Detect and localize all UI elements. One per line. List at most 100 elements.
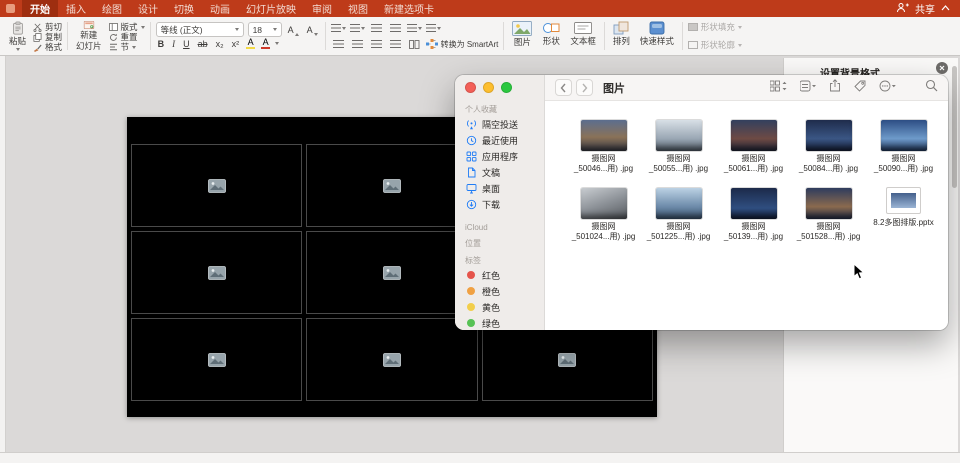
tab-slideshow[interactable]: 幻灯片放映 <box>238 0 304 17</box>
traffic-light-minimize[interactable] <box>483 82 494 93</box>
sidebar-item-label: 文稿 <box>482 167 501 178</box>
tab-view[interactable]: 视图 <box>340 0 376 17</box>
numbering-button[interactable] <box>349 22 365 34</box>
traffic-light-close[interactable] <box>465 82 476 93</box>
bullets-button[interactable] <box>330 22 346 34</box>
scissors-icon <box>33 23 42 32</box>
font-name-select[interactable]: 等线 (正文) <box>155 22 244 37</box>
tab-home[interactable]: 开始 <box>22 0 58 17</box>
collapse-ribbon-icon[interactable] <box>941 3 950 14</box>
font-color-caret-icon[interactable] <box>275 42 280 45</box>
forward-button[interactable] <box>576 79 593 96</box>
file-item[interactable]: 摄图网 _501225...用) .jpg <box>641 188 716 256</box>
align-left-button[interactable] <box>331 38 346 50</box>
align-center-button[interactable] <box>350 38 365 50</box>
file-thumbnail <box>730 120 777 151</box>
finder-window[interactable]: 个人收藏 隔空投送 最近使用 应用程序 文稿 桌面 下载 iCloud 位置 标… <box>455 75 948 330</box>
tab-transitions[interactable]: 切换 <box>166 0 202 17</box>
shapes-button[interactable]: 形状 <box>539 20 563 52</box>
format-painter-button[interactable]: 格式 <box>33 42 62 52</box>
tab-animations[interactable]: 动画 <box>202 0 238 17</box>
font-size-select[interactable]: 18 <box>247 22 282 37</box>
textbox-button[interactable]: 文本框 <box>567 20 599 52</box>
increase-font-button[interactable]: A <box>286 23 301 36</box>
sidebar-item-applications[interactable]: 应用程序 <box>465 148 544 164</box>
new-slide-button[interactable]: 新建 幻灯片 <box>73 20 105 52</box>
file-item[interactable]: 摄图网 _50090...用) .jpg <box>866 120 941 188</box>
highlight-color-button[interactable]: A <box>245 37 256 50</box>
layout-button[interactable]: 版式 <box>108 22 145 32</box>
file-item[interactable]: 摄图网 _50046...用) .jpg <box>566 120 641 188</box>
tab-review[interactable]: 审阅 <box>304 0 340 17</box>
shape-outline-button[interactable]: 形状轮廓 <box>687 40 742 50</box>
font-color-button[interactable]: A <box>260 37 271 50</box>
sidebar-item-downloads[interactable]: 下载 <box>465 196 544 212</box>
decrease-indent-button[interactable] <box>369 22 384 34</box>
text-direction-button[interactable] <box>425 22 441 34</box>
slide-cell[interactable] <box>306 144 478 227</box>
panel-close-button[interactable] <box>936 62 948 74</box>
textbox-icon <box>574 22 593 34</box>
underline-button[interactable]: U <box>181 37 192 50</box>
tab-insert[interactable]: 插入 <box>58 0 94 17</box>
file-item[interactable]: 摄图网 _50084...用) .jpg <box>791 120 866 188</box>
decrease-font-button[interactable]: A <box>305 23 320 36</box>
traffic-light-zoom[interactable] <box>501 82 512 93</box>
sidebar-item-tag-green[interactable]: 绿色 <box>465 315 544 330</box>
slide-cell[interactable] <box>131 231 303 314</box>
section-button[interactable]: 节 <box>109 42 145 52</box>
sidebar-item-recents[interactable]: 最近使用 <box>465 132 544 148</box>
file-item[interactable]: 8.2多图排版.pptx <box>866 188 941 256</box>
slide-cell[interactable] <box>131 144 303 227</box>
tags-button[interactable] <box>854 79 866 97</box>
slide-cell[interactable] <box>306 231 478 314</box>
slide-cell[interactable] <box>481 318 653 401</box>
sidebar-item-documents[interactable]: 文稿 <box>465 164 544 180</box>
columns-button[interactable] <box>407 38 422 50</box>
more-actions-button[interactable] <box>879 79 896 97</box>
share-button[interactable]: 共享 <box>915 1 935 16</box>
search-button[interactable] <box>925 79 938 97</box>
sidebar-item-tag-yellow[interactable]: 黄色 <box>465 299 544 315</box>
file-item[interactable]: 摄图网 _501528...用) .jpg <box>791 188 866 256</box>
group-by-button[interactable] <box>799 79 816 97</box>
sidebar-item-tag-red[interactable]: 红色 <box>465 267 544 283</box>
paste-button[interactable]: 粘贴 <box>6 20 29 52</box>
back-button[interactable] <box>555 79 572 96</box>
smartart-button[interactable]: 转换为 SmartArt <box>425 39 498 50</box>
slide-cell[interactable] <box>306 318 478 401</box>
picture-button[interactable]: 图片 <box>509 20 535 52</box>
file-item[interactable]: 摄图网 _50055...用) .jpg <box>641 120 716 188</box>
arrange-button[interactable]: 排列 <box>610 20 633 52</box>
slides-pane-collapsed[interactable] <box>0 56 6 452</box>
justify-button[interactable] <box>388 38 403 50</box>
strikethrough-button[interactable]: ab <box>196 37 210 50</box>
cut-button[interactable]: 剪切 <box>33 22 62 32</box>
subscript-button[interactable]: x₂ <box>214 37 226 50</box>
reset-button[interactable]: 重置 <box>109 32 145 42</box>
shape-fill-button[interactable]: 形状填充 <box>687 22 742 32</box>
share-action-button[interactable] <box>829 78 841 97</box>
view-options-button[interactable] <box>769 79 787 97</box>
increase-indent-button[interactable] <box>388 22 403 34</box>
sidebar-item-airdrop[interactable]: 隔空投送 <box>465 116 544 132</box>
bold-button[interactable]: B <box>156 37 167 50</box>
sidebar-item-desktop[interactable]: 桌面 <box>465 180 544 196</box>
sidebar-item-label: 最近使用 <box>482 135 519 146</box>
align-right-button[interactable] <box>369 38 384 50</box>
quick-styles-button[interactable]: 快速样式 <box>637 20 677 52</box>
italic-button[interactable]: I <box>170 37 177 50</box>
copy-button[interactable]: 复制 <box>33 32 62 42</box>
tab-design[interactable]: 设计 <box>130 0 166 17</box>
sidebar-item-tag-orange[interactable]: 橙色 <box>465 283 544 299</box>
tab-new-tab[interactable]: 新建选项卡 <box>376 0 442 17</box>
shape-fill-swatch-icon <box>687 23 698 31</box>
superscript-button[interactable]: x² <box>230 37 242 50</box>
slide-cell[interactable] <box>131 318 303 401</box>
tab-draw[interactable]: 绘图 <box>94 0 130 17</box>
panel-scrollbar-thumb[interactable] <box>952 66 957 188</box>
file-item[interactable]: 摄图网 _50139...用) .jpg <box>716 188 791 256</box>
line-spacing-button[interactable] <box>406 22 422 34</box>
file-item[interactable]: 摄图网 _50061...用) .jpg <box>716 120 791 188</box>
file-item[interactable]: 摄图网 _501024...用) .jpg <box>566 188 641 256</box>
